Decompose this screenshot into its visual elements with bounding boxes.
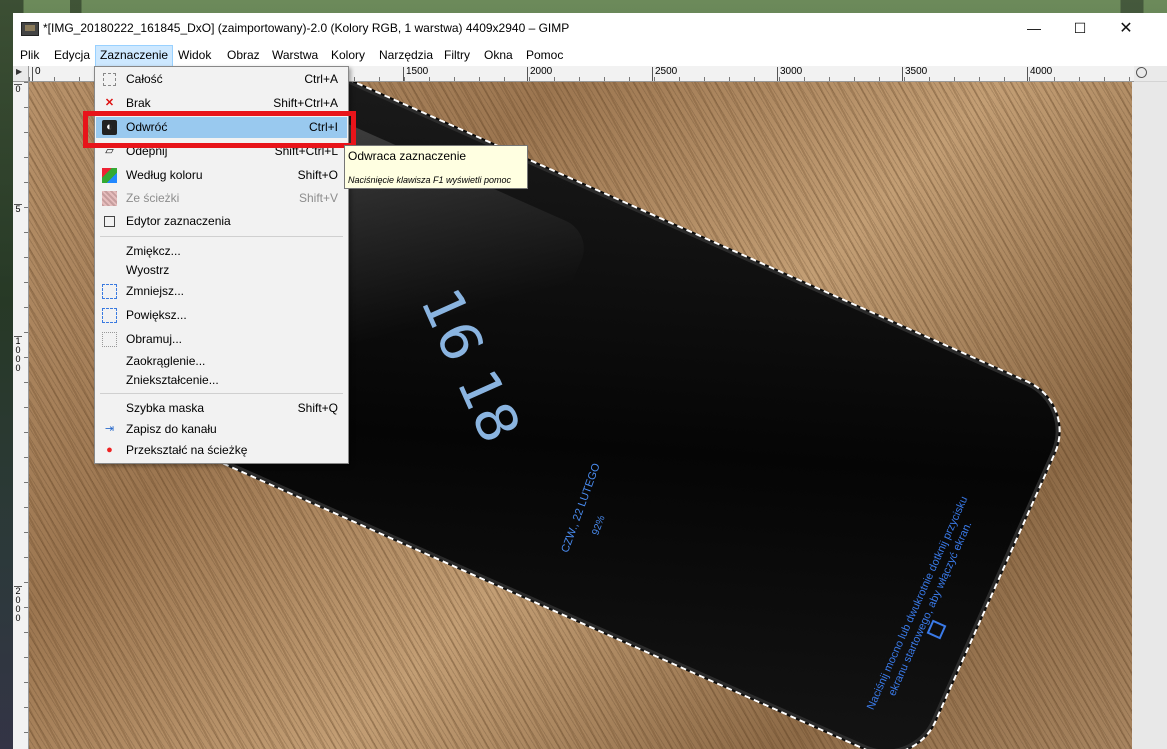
menu-okna[interactable]: Okna [480,47,517,65]
menu-item-grow[interactable]: Powiększ... [96,305,347,326]
window-title: *[IMG_20180222_161845_DxO] (zaimportowan… [43,21,570,35]
ruler-label: 2000 [14,586,22,623]
menu-item-label: Wyostrz [126,263,170,277]
menu-item-rounded[interactable]: Zaokrąglenie... [96,351,347,372]
tooltip-text: Odwraca zaznaczenie [348,149,467,163]
menu-item-shortcut: Shift+Q [297,401,338,415]
close-button[interactable]: ✕ [1103,13,1149,44]
menu-item-feather[interactable]: Zmiękcz... [96,241,347,262]
menu-item-label: Obramuj... [126,332,183,346]
menu-plik[interactable]: Plik [16,47,43,65]
vertical-scrollbar[interactable] [1132,82,1167,749]
menu-item-shortcut: Shift+Ctrl+A [273,96,338,110]
ruler-label: 2500 [652,67,677,81]
menu-item-label: Zmiękcz... [126,244,181,258]
menu-warstwa[interactable]: Warstwa [268,47,322,65]
menu-item-distort[interactable]: Zniekształcenie... [96,370,347,391]
menu-item-label: Zmniejsz... [126,284,185,298]
from-path-icon [102,191,117,206]
menu-item-label: Szybka maska [126,401,205,415]
menu-item-quick-mask[interactable]: Szybka maska Shift+Q [96,398,347,419]
menu-item-label: Według koloru [126,168,203,182]
by-color-icon [102,168,117,183]
selection-editor-icon [102,214,117,229]
menu-item-label: Zniekształcenie... [126,373,219,387]
menu-filtry[interactable]: Filtry [440,47,474,65]
menu-kolory[interactable]: Kolory [327,47,369,65]
menu-pomoc[interactable]: Pomoc [522,47,567,65]
menu-zaznaczenie[interactable]: Zaznaczenie [95,45,174,67]
window-titlebar[interactable]: *[IMG_20180222_161845_DxO] (zaimportowan… [13,13,1167,45]
gimp-image-icon [21,22,39,36]
shrink-icon [102,284,117,299]
maximize-button[interactable]: ☐ [1057,13,1103,44]
menubar: Plik Edycja Zaznaczenie Widok Obraz Wars… [13,44,1167,67]
menu-separator [100,236,343,237]
ruler-label: 2000 [527,67,552,81]
ruler-label: 0 [14,84,22,94]
menu-item-label: Przekształć na ścieżkę [126,443,248,457]
quick-mask-toggle[interactable] [13,66,29,82]
ruler-label: 4000 [1027,67,1052,81]
menu-separator [100,393,343,394]
menu-obraz[interactable]: Obraz [223,47,264,65]
menu-item-label: Powiększ... [126,308,187,322]
vertical-ruler[interactable]: 0 5 1000 2000 [13,82,29,749]
menu-item-from-path: Ze ścieżki Shift+V [96,188,347,209]
menu-item-label: Edytor zaznaczenia [126,214,231,228]
menu-item-select-all[interactable]: Całość Ctrl+A [96,69,347,90]
save-channel-icon: ⇥ [104,423,115,435]
tooltip: Odwraca zaznaczenie Naciśnięcie klawisza… [344,145,528,189]
ruler-label: 1500 [403,67,428,81]
menu-item-label: Zaokrąglenie... [126,354,206,368]
select-all-icon [102,72,117,87]
zoom-icon[interactable] [1134,66,1167,81]
menu-item-to-path[interactable]: ● Przekształć na ścieżkę [96,440,347,461]
menu-item-border[interactable]: Obramuj... [96,329,347,350]
border-icon [102,332,117,347]
menu-item-sharpen[interactable]: Wyostrz [96,260,347,281]
menu-narzedzia[interactable]: Narzędzia [375,47,437,65]
menu-widok[interactable]: Widok [174,47,215,65]
menu-item-label: Całość [126,72,163,86]
grow-icon [102,308,117,323]
menu-item-shortcut: Shift+O [297,168,338,182]
ruler-label: 1000 [14,336,22,373]
select-none-icon: ✕ [104,97,115,109]
ruler-label: 0 [32,67,41,81]
menu-item-by-color[interactable]: Według koloru Shift+O [96,165,347,186]
tooltip-hint: Naciśnięcie klawisza F1 wyświetli pomoc [348,175,512,185]
menu-item-selection-editor[interactable]: Edytor zaznaczenia [96,211,347,232]
minimize-button[interactable]: — [1011,13,1057,44]
menu-item-save-to-channel[interactable]: ⇥ Zapisz do kanału [96,419,347,440]
menu-item-shortcut: Ctrl+A [304,72,338,86]
annotation-highlight-box [83,111,356,148]
ruler-label: 3000 [777,67,802,81]
menu-item-label: Brak [126,96,151,110]
to-path-icon: ● [106,444,113,456]
menu-item-label: Ze ścieżki [126,191,180,205]
ruler-label: 5 [14,204,22,214]
ruler-label: 3500 [902,67,927,81]
menu-item-shortcut: Shift+V [298,191,338,205]
menu-item-shrink[interactable]: Zmniejsz... [96,281,347,302]
menu-edycja[interactable]: Edycja [50,47,94,65]
menu-item-label: Zapisz do kanału [126,422,217,436]
